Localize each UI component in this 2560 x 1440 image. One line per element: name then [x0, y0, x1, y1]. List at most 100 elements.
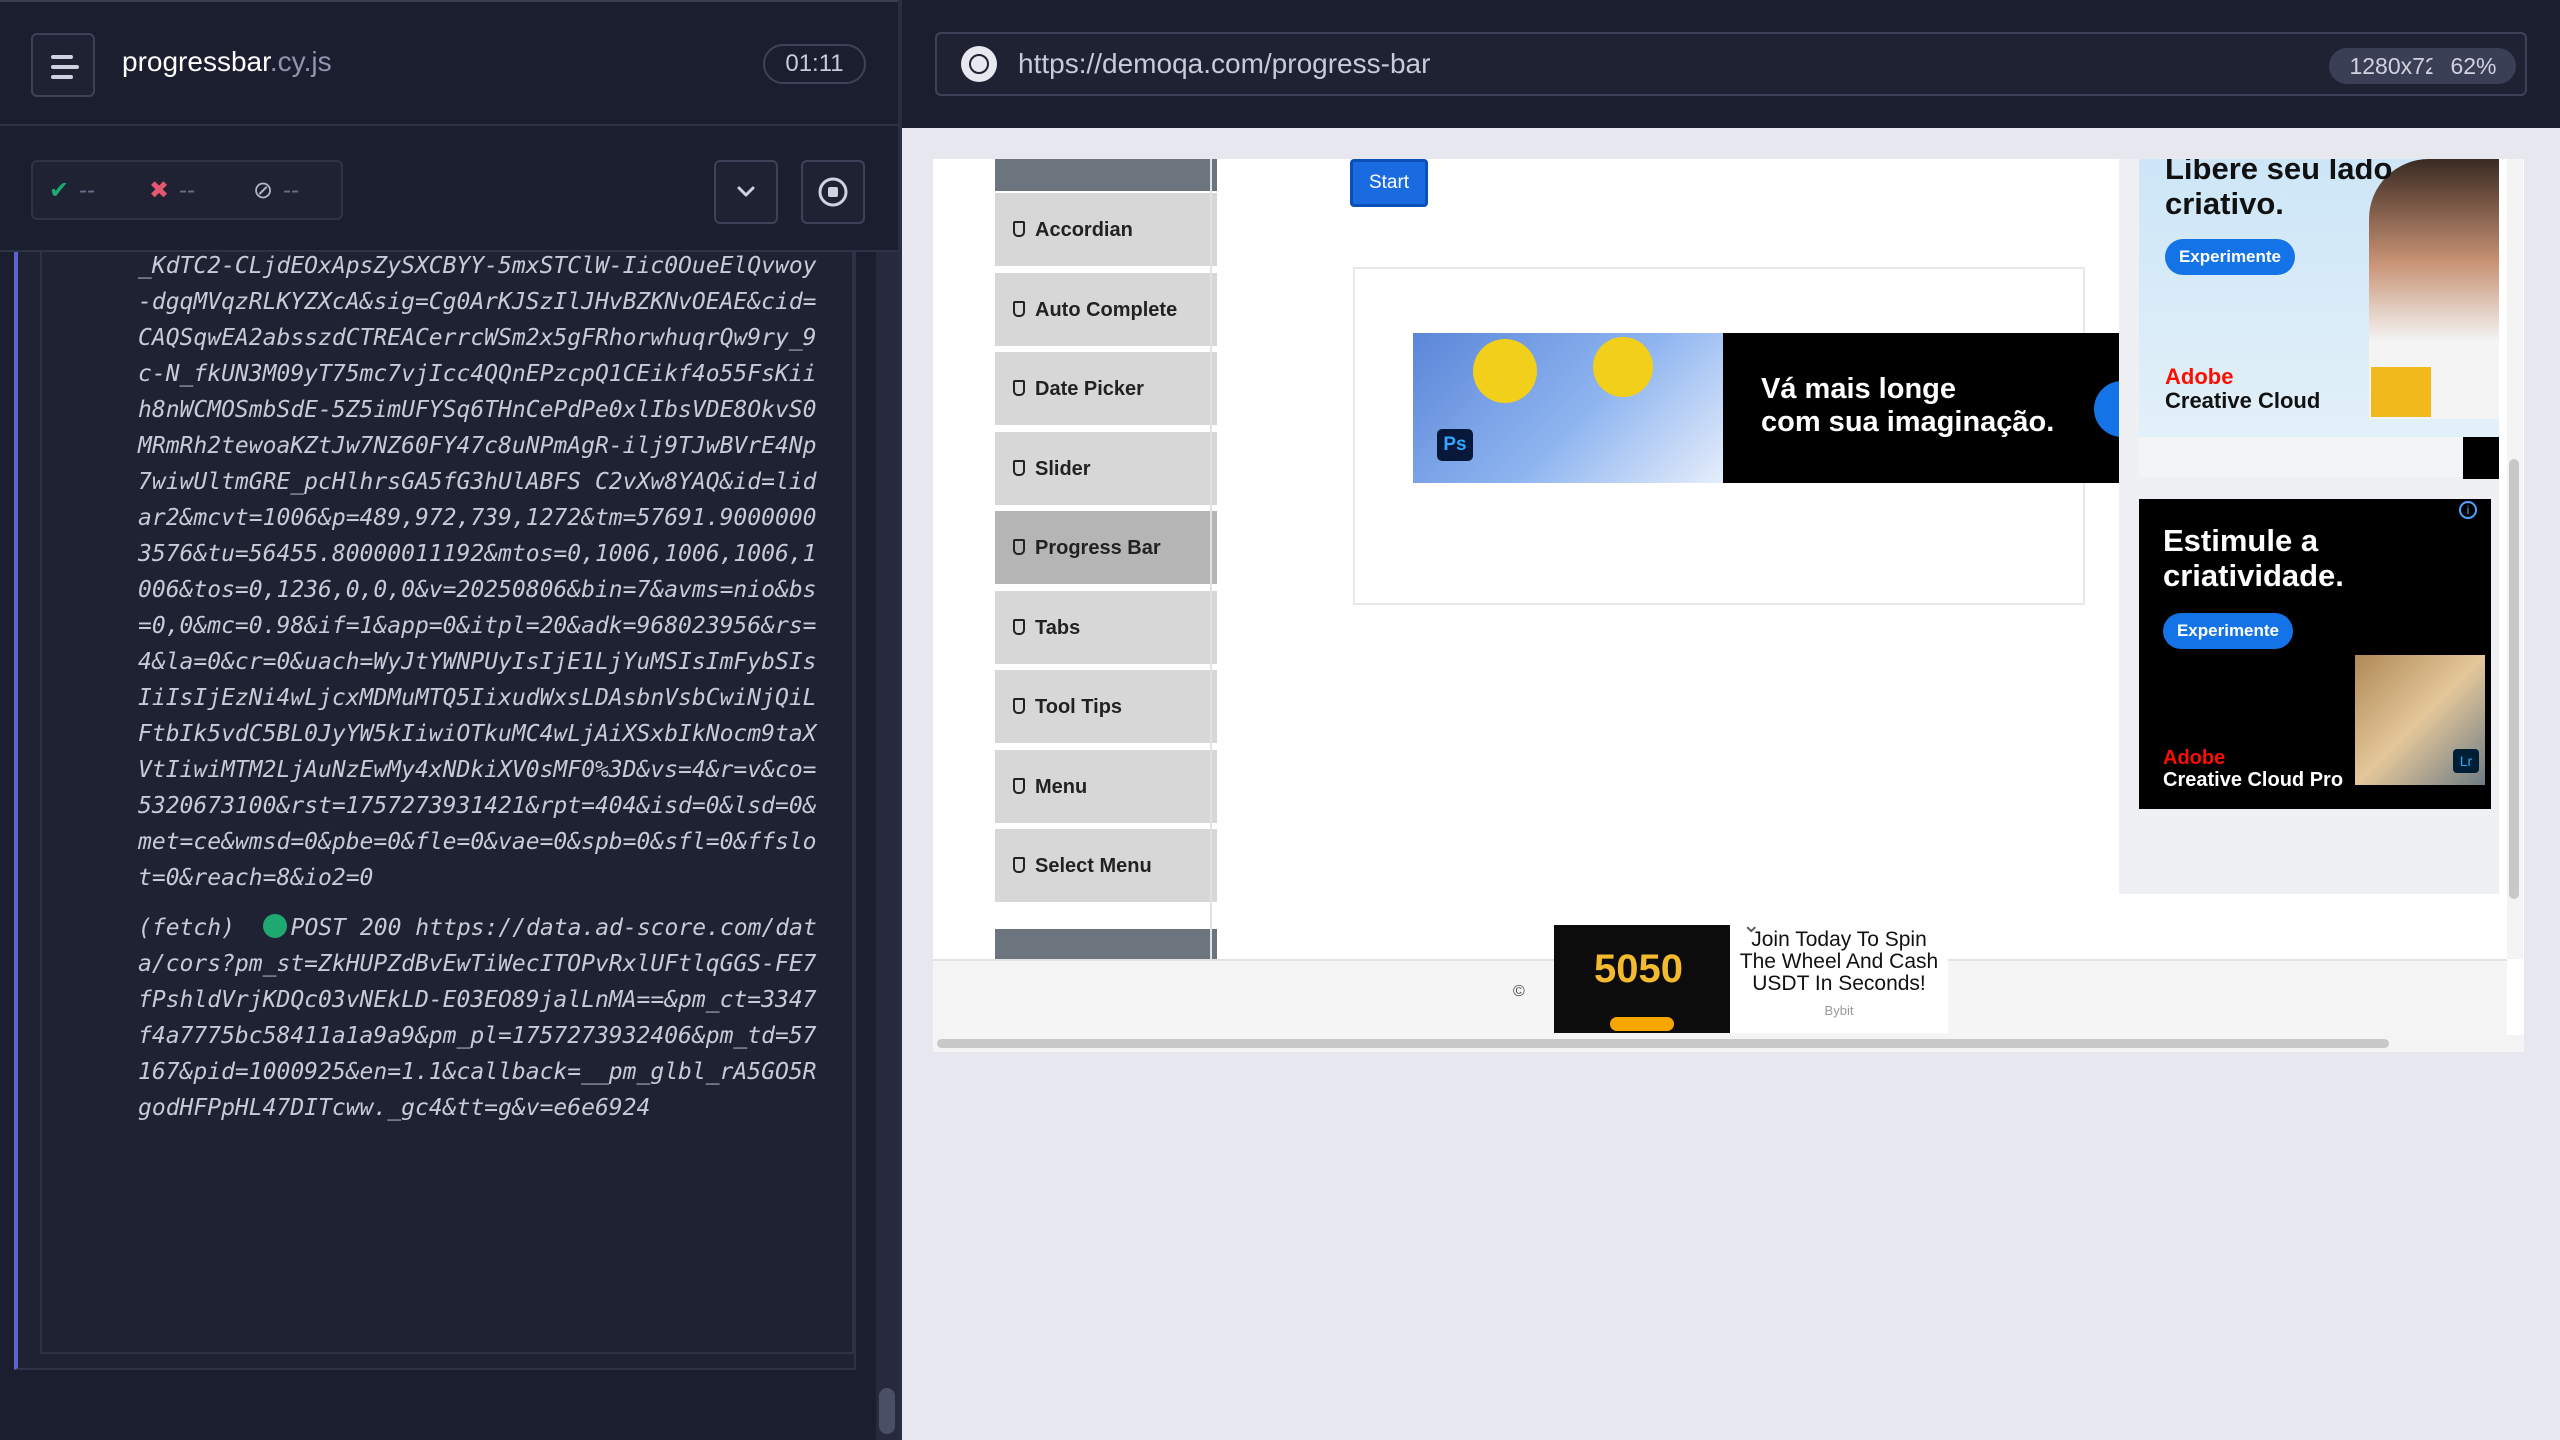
file-icon: [1013, 857, 1025, 873]
menu-toggle-icon[interactable]: [31, 33, 95, 97]
reporter-scrollbar[interactable]: [876, 252, 900, 1440]
viewport-vertical-scrollbar[interactable]: [2507, 159, 2523, 959]
brand-product: Creative Cloud Pro: [2163, 769, 2344, 791]
stop-icon: [818, 177, 848, 207]
bybit-ad[interactable]: ⌄ 5050 Join Today To Spin The Wheel And C…: [1554, 913, 1948, 1033]
ad-button-shape: [2094, 381, 2122, 437]
skip-icon: ⊘: [253, 177, 274, 204]
reporter-header: progressbar.cy.js 01:11: [0, 0, 900, 126]
ad-spacer: [2139, 437, 2499, 477]
sidebar-group-header[interactable]: [995, 159, 1217, 191]
url-text: https://demoqa.com/progress-bar: [1018, 48, 1431, 79]
ad-text-panel: Vá mais longe com sua imaginação.: [1723, 333, 2122, 483]
passed-count: ✔ --: [49, 176, 95, 205]
test-stats: ✔ -- ✖ -- ⊘ --: [31, 160, 343, 220]
ad-headline: Vá mais longe com sua imaginação.: [1761, 373, 2054, 439]
experimente-button[interactable]: Experimente: [2163, 613, 2293, 649]
ad-image-text: 5050: [1594, 947, 1683, 991]
ad-info-icon[interactable]: i: [2459, 501, 2477, 519]
side-ad-column: Libere seu lado criativo. Experimente Ado…: [2119, 159, 2499, 894]
viewport-horizontal-scrollbar[interactable]: [933, 1035, 2524, 1052]
log-text: _KdTC2-CLjdEOxApsZySXCBYY-5mxSTClW-Iic0O…: [138, 252, 818, 1126]
sidebar-divider: [1210, 159, 1212, 959]
stop-button[interactable]: [801, 160, 865, 224]
ad-text-line: Join Today To Spin: [1751, 928, 1927, 951]
skipped-value: --: [283, 177, 300, 204]
fetch-url[interactable]: https://data.ad-score.com/data/cors?pm_s…: [138, 915, 817, 1121]
sidebar-item-label: Accordian: [1035, 219, 1133, 241]
log-previous-entry: _KdTC2-CLjdEOxApsZySXCBYY-5mxSTClW-Iic0O…: [138, 253, 817, 891]
brand-product: Creative Cloud: [2165, 388, 2321, 413]
sidebar-item-select-menu[interactable]: Select Menu: [995, 829, 1217, 905]
side-ad-2[interactable]: Estimule a criatividade. Experimente Lr A…: [2139, 499, 2491, 809]
ad-image: 5050: [1554, 925, 1730, 1033]
ad-headline-line: Estimule a: [2163, 523, 2319, 558]
expand-button[interactable]: [714, 160, 778, 224]
banner-ad[interactable]: Ps Vá mais longe com sua imaginação.: [1413, 333, 2122, 483]
file-icon: [1013, 380, 1025, 396]
ad-house-image: [2371, 367, 2431, 417]
sidebar-item-tabs[interactable]: Tabs: [995, 590, 1217, 667]
sidebar-item-tool-tips[interactable]: Tool Tips: [995, 670, 1217, 746]
sidebar-item-label: Auto Complete: [1035, 298, 1178, 321]
globe-icon: [961, 46, 997, 82]
url-bar[interactable]: https://demoqa.com/progress-bar 1280x720…: [935, 32, 2527, 96]
file-icon: [1013, 221, 1025, 237]
file-icon: [1013, 459, 1025, 476]
spec-extension: .cy.js: [269, 46, 332, 77]
scroll-thumb[interactable]: [879, 1388, 895, 1434]
experimente-button[interactable]: Experimente: [2165, 239, 2295, 275]
ad-brand: Adobe Creative Cloud Pro: [2163, 747, 2343, 791]
lightroom-icon: Lr: [2453, 749, 2479, 773]
file-icon: [1013, 300, 1025, 317]
zoom-badge[interactable]: 62%: [2431, 48, 2516, 84]
sidebar-item-date-picker[interactable]: Date Picker: [995, 352, 1217, 428]
ad-headline: Estimule a criatividade.: [2163, 523, 2344, 593]
chevron-down-icon: [737, 186, 755, 197]
sidebar-group-header[interactable]: [995, 929, 1217, 961]
scroll-thumb[interactable]: [937, 1039, 2389, 1048]
ad-edge: [2463, 437, 2499, 479]
file-icon: [1013, 777, 1025, 794]
sidebar-item-label: Slider: [1035, 457, 1091, 480]
start-button[interactable]: Start: [1350, 159, 1428, 207]
command-log: _KdTC2-CLjdEOxApsZySXCBYY-5mxSTClW-Iic0O…: [0, 252, 900, 1440]
failed-count: ✖ --: [149, 176, 195, 205]
run-timer: 01:11: [763, 44, 866, 84]
passed-value: --: [79, 177, 96, 204]
sidebar-item-progress-bar[interactable]: Progress Bar: [995, 511, 1217, 587]
scroll-thumb[interactable]: [2509, 459, 2519, 899]
sidebar-item-label: Progress Bar: [1035, 537, 1161, 559]
cross-icon: ✖: [149, 177, 170, 204]
sidebar-item-label: Select Menu: [1035, 855, 1152, 877]
aut-header: https://demoqa.com/progress-bar 1280x720…: [902, 0, 2560, 128]
sidebar-item-accordian[interactable]: Accordian: [995, 193, 1217, 269]
sidebar-item-label: Date Picker: [1035, 378, 1144, 400]
ad-headline: Libere seu lado criativo.: [2165, 159, 2392, 221]
ad-cta-shape: [1610, 1017, 1674, 1031]
ad-headline-line: criativo.: [2165, 186, 2284, 221]
ad-text-line: USDT In Seconds!: [1752, 972, 1926, 995]
sidebar-item-auto-complete[interactable]: Auto Complete: [995, 272, 1217, 349]
ad-brand: Adobe Creative Cloud: [2165, 365, 2320, 413]
photoshop-icon: Ps: [1437, 429, 1473, 461]
sidebar-item-menu[interactable]: Menu: [995, 749, 1217, 826]
spec-name: progressbar: [122, 46, 270, 77]
file-icon: [1013, 698, 1025, 714]
flower-shape: [1593, 337, 1653, 397]
ad-source: Bybit: [1824, 1003, 1854, 1018]
side-ad-1[interactable]: Libere seu lado criativo. Experimente Ado…: [2139, 159, 2499, 437]
toggle-bar: [51, 55, 73, 59]
toggle-bar: [51, 75, 73, 79]
sidebar-item-label: Tool Tips: [1035, 696, 1123, 718]
skipped-count: ⊘ --: [253, 176, 299, 205]
ad-image: Ps: [1413, 333, 1723, 483]
check-icon: ✔: [49, 177, 70, 204]
stats-bar: ✔ -- ✖ -- ⊘ --: [0, 126, 900, 252]
ad-text-line: The Wheel And Cash: [1739, 950, 1939, 973]
brand-adobe: Adobe: [2163, 747, 2226, 769]
sidebar-item-label: Tabs: [1035, 616, 1081, 639]
sidebar-item-slider[interactable]: Slider: [995, 431, 1217, 508]
failed-value: --: [179, 177, 196, 204]
brand-adobe: Adobe: [2165, 364, 2234, 389]
